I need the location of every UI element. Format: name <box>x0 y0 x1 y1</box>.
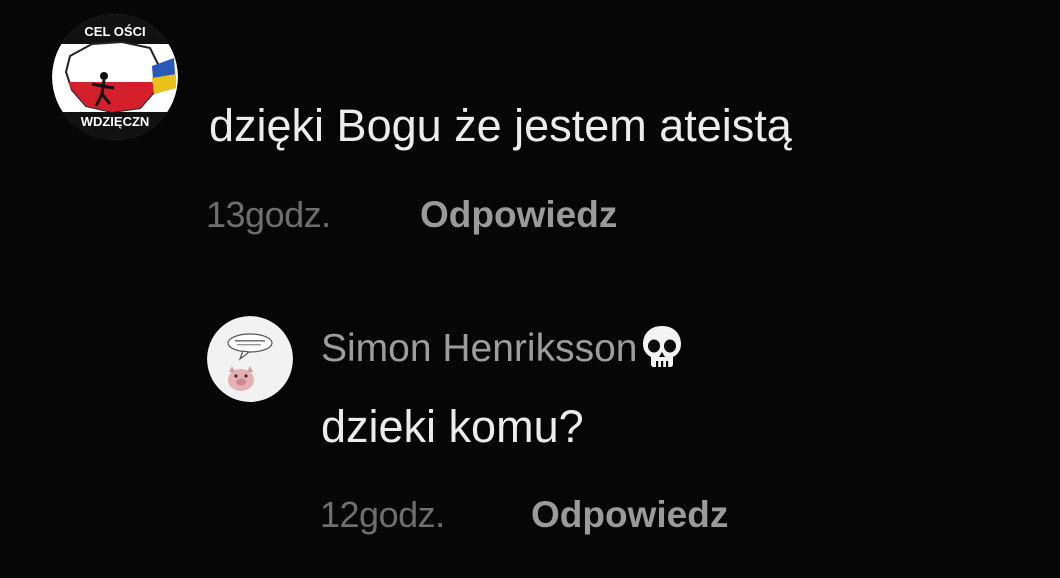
skull-icon <box>639 323 685 373</box>
reply-button[interactable]: Odpowiedz <box>531 496 728 533</box>
comment-text: dzięki Bogu że jestem ateistą <box>209 100 792 151</box>
comment-text: dzieki komu? <box>321 401 584 452</box>
poland-map-avatar-icon: CEL OŚCI WDZIĘCZN <box>52 14 178 140</box>
avatar[interactable] <box>207 316 293 402</box>
comment-thread: CEL OŚCI WDZIĘCZN dzięki Bogu że jestem … <box>0 0 1060 578</box>
pig-avatar-icon <box>207 316 293 402</box>
comment-author[interactable]: Simon Henriksson <box>321 323 685 373</box>
svg-text:CEL OŚCI: CEL OŚCI <box>84 24 145 39</box>
svg-text:WDZIĘCZN: WDZIĘCZN <box>81 114 150 129</box>
reply-button[interactable]: Odpowiedz <box>420 196 617 233</box>
comment-timestamp: 12godz. <box>320 494 445 535</box>
author-name[interactable]: Simon Henriksson <box>321 329 637 368</box>
avatar[interactable]: CEL OŚCI WDZIĘCZN <box>52 14 178 140</box>
comment-timestamp: 13godz. <box>206 194 331 235</box>
